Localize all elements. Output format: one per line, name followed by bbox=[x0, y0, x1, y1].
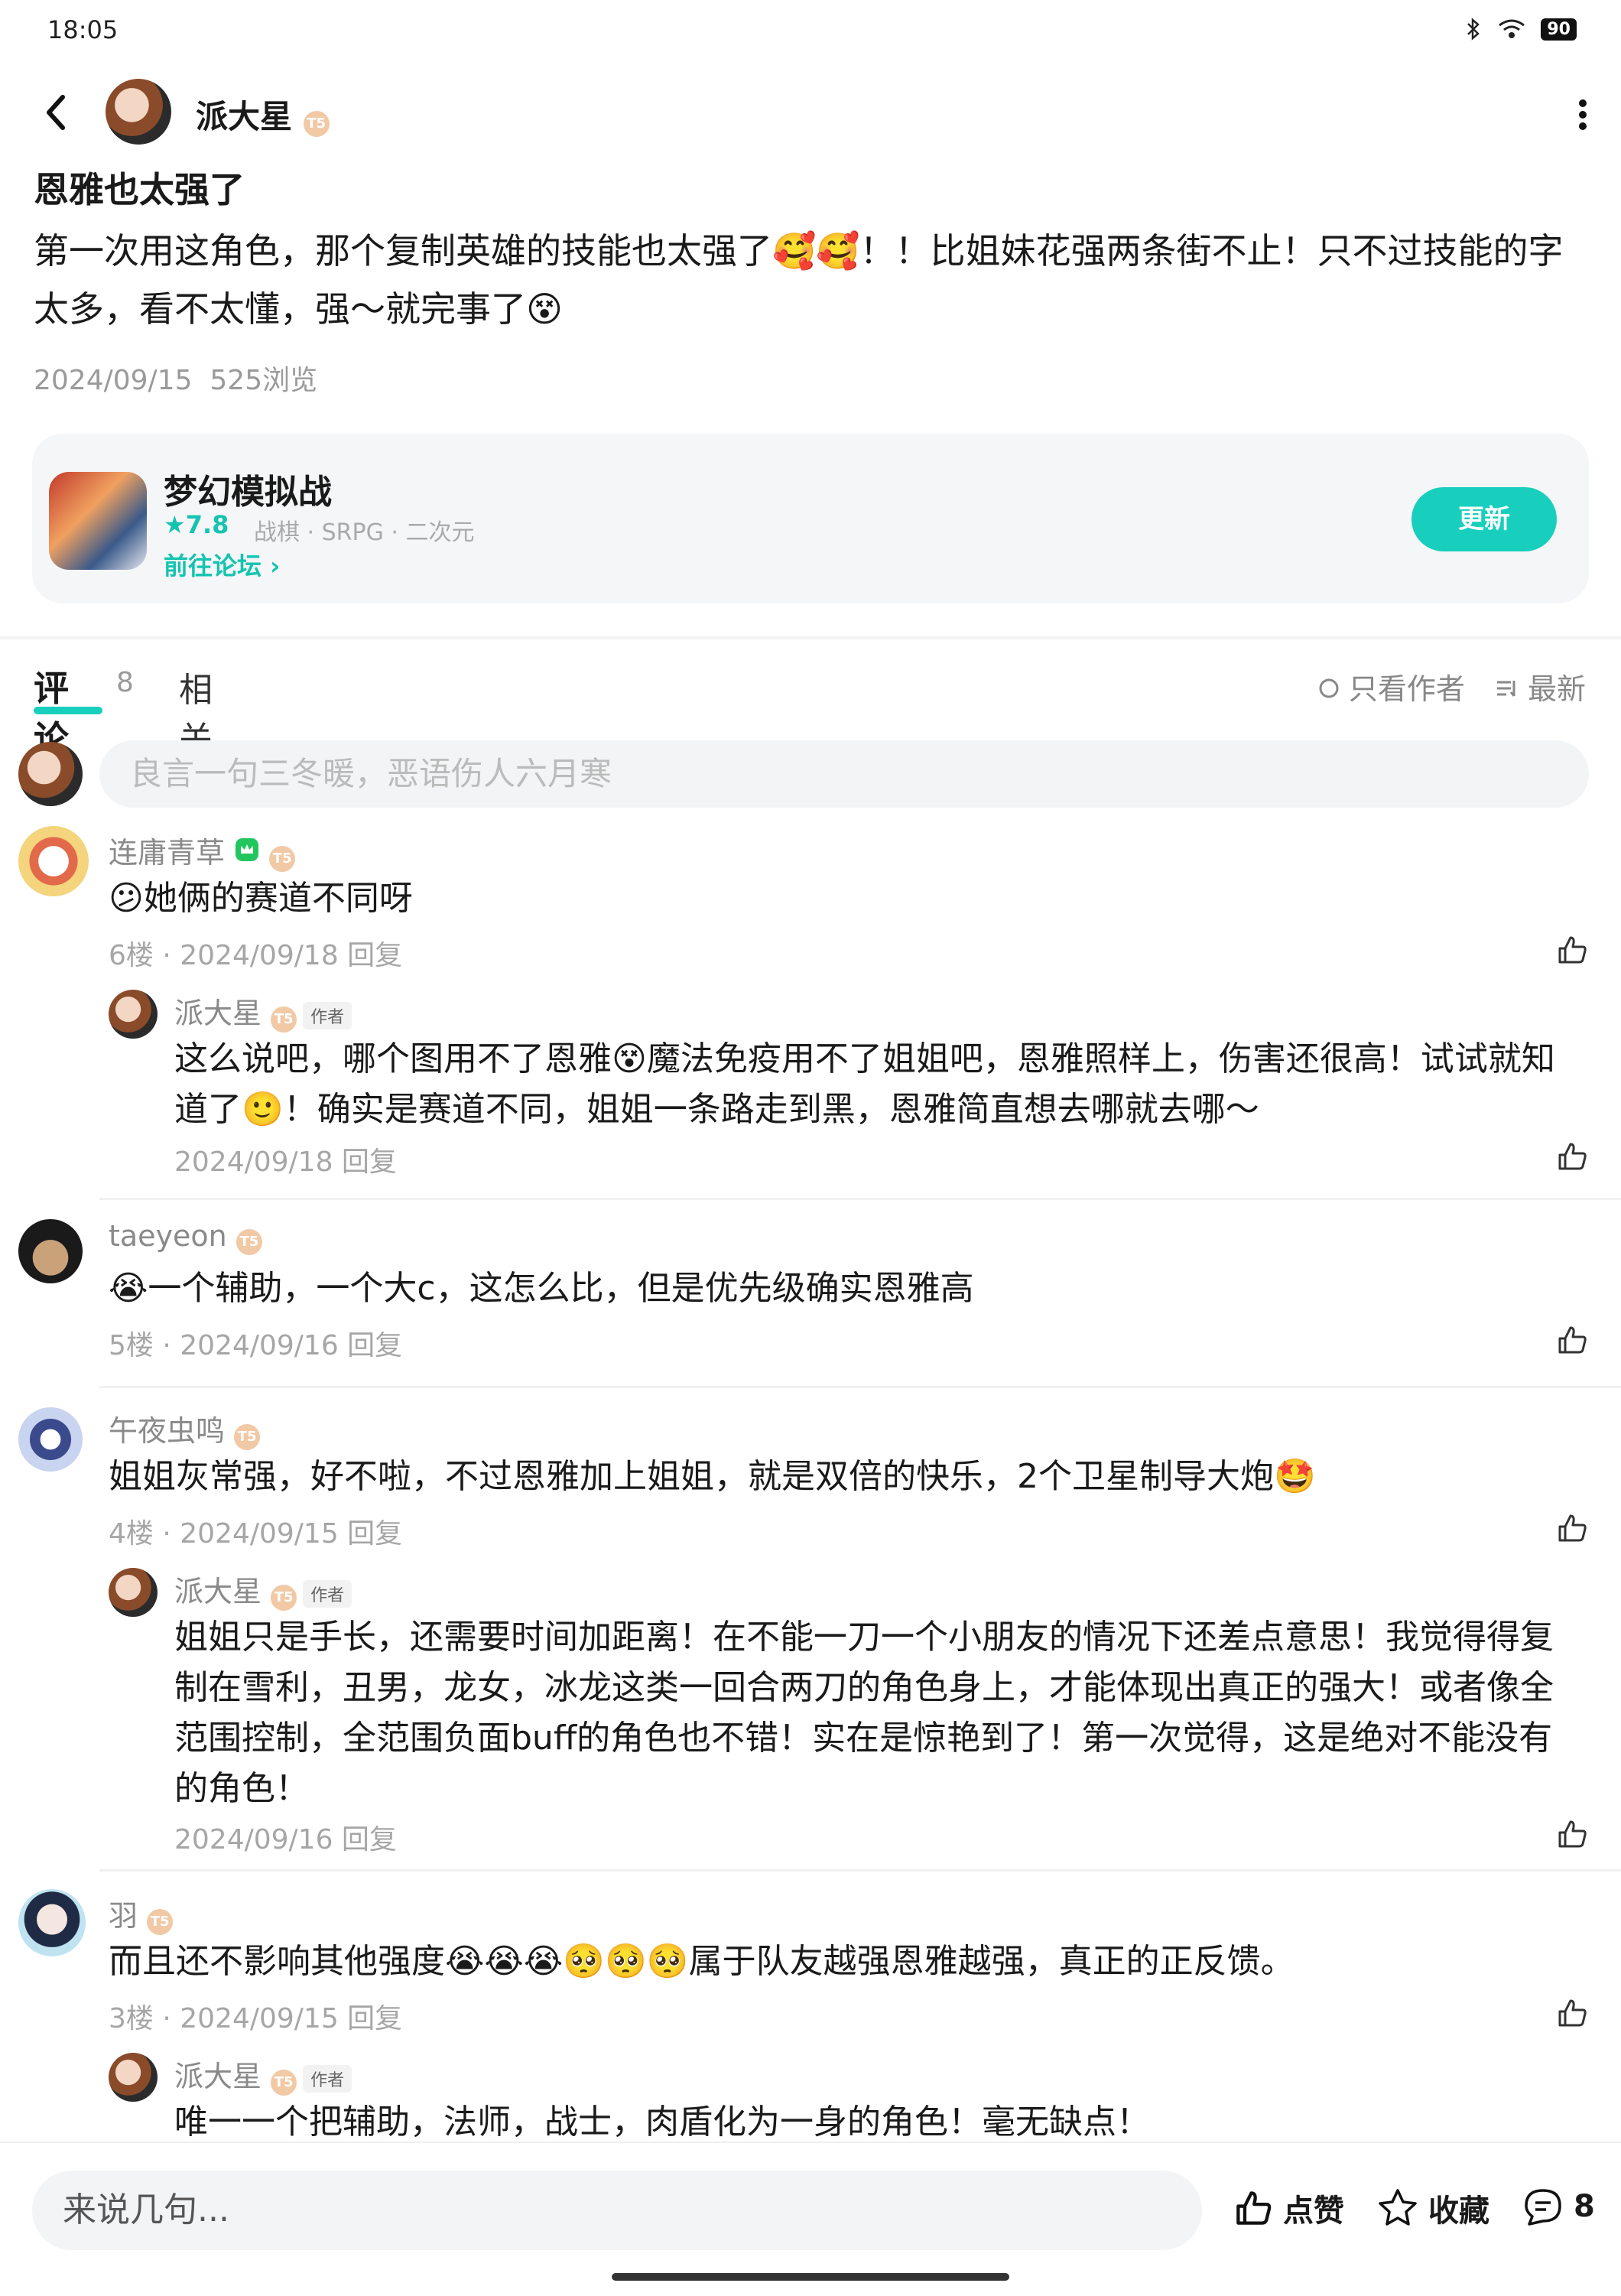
battery-indicator: 90 bbox=[1541, 18, 1577, 41]
reply-username[interactable]: 派大星 T5 作者 bbox=[174, 990, 352, 1033]
level-badge-icon: T5 bbox=[303, 111, 330, 137]
commenter-name[interactable]: 连庸青草 T5 bbox=[109, 829, 296, 872]
radio-circle-icon bbox=[1319, 678, 1339, 698]
author-avatar[interactable] bbox=[106, 79, 171, 145]
post-date: 2024/09/15 bbox=[34, 365, 193, 396]
thumbs-up-icon[interactable] bbox=[1555, 1140, 1589, 1173]
bluetooth-icon bbox=[1467, 18, 1480, 41]
game-card[interactable]: 梦幻模拟战 ★7.8 战棋 · SRPG · 二次元 前往论坛 › 更新 bbox=[32, 434, 1589, 603]
reply-text: 唯一一个把辅助，法师，战士，肉盾化为一身的角色！毫无缺点！ bbox=[174, 2102, 1150, 2142]
reply-row: 良言一句三冬暖，恶语伤人六月寒 bbox=[0, 734, 1621, 811]
home-indicator[interactable] bbox=[612, 2273, 1009, 2281]
level-badge-icon: T5 bbox=[271, 1007, 297, 1033]
status-bar: 18:05 90 bbox=[0, 0, 1621, 61]
author-badge: 作者 bbox=[303, 2064, 352, 2093]
post-header: 派大星 T5 bbox=[0, 73, 1621, 157]
author-badge: 作者 bbox=[303, 1579, 352, 1608]
reply-username[interactable]: 派大星 T5 作者 bbox=[174, 2053, 352, 2096]
thumbs-up-icon[interactable] bbox=[1555, 1511, 1589, 1545]
bottom-comment-input[interactable]: 来说几句... bbox=[32, 2171, 1202, 2250]
post-views: 525浏览 bbox=[210, 365, 318, 396]
comment-count-button[interactable]: 8 bbox=[1522, 2186, 1595, 2227]
bottom-action-bar: 来说几句... 点赞 收藏 8 bbox=[0, 2142, 1621, 2296]
forum-link[interactable]: 前往论坛 › bbox=[164, 547, 280, 582]
self-avatar bbox=[18, 742, 83, 806]
sort-icon bbox=[1496, 681, 1515, 697]
status-icons: 90 bbox=[1464, 17, 1577, 41]
like-button[interactable]: 点赞 bbox=[1233, 2186, 1344, 2230]
comment-filters: 只看作者 最新 bbox=[1318, 665, 1586, 707]
commenter-avatar[interactable] bbox=[18, 1889, 86, 1956]
level-badge-icon: T5 bbox=[147, 1909, 174, 1935]
commenter-avatar[interactable] bbox=[18, 826, 89, 896]
post-title: 恩雅也太强了 bbox=[34, 169, 245, 210]
level-badge-icon: T5 bbox=[236, 1229, 262, 1255]
post-body: 第一次用这角色，那个复制英雄的技能也太强了🥰🥰！！比姐妹花强两条街不止！只不过技… bbox=[34, 230, 1564, 330]
commenter-avatar[interactable] bbox=[18, 1219, 83, 1283]
favorite-button[interactable]: 收藏 bbox=[1376, 2186, 1489, 2230]
comment-meta[interactable]: 5楼 · 2024/09/16 回复 bbox=[109, 1323, 402, 1363]
tab-comment-count: 8 bbox=[116, 667, 134, 698]
section-divider bbox=[0, 636, 1621, 639]
reply-text: 这么说吧，哪个图用不了恩雅😵魔法免疫用不了姐姐吧，恩雅照样上，伤害还很高！试试就… bbox=[174, 1039, 1555, 1129]
comment-text: 姐姐灰常强，好不啦，不过恩雅加上姐姐，就是双倍的快乐，2个卫星制导大炮🤩 bbox=[109, 1457, 1316, 1496]
comment-divider bbox=[99, 1386, 1621, 1388]
reply-meta[interactable]: 2024/09/18 回复 bbox=[174, 1140, 397, 1179]
update-button[interactable]: 更新 bbox=[1411, 487, 1557, 551]
thumbs-up-icon[interactable] bbox=[1555, 1817, 1589, 1851]
reply-avatar[interactable] bbox=[109, 990, 158, 1039]
comment-item: 午夜虫鸣 T5 姐姐灰常强，好不啦，不过恩雅加上姐姐，就是双倍的快乐，2个卫星制… bbox=[0, 1404, 1621, 1872]
thumbs-up-icon[interactable] bbox=[1555, 1323, 1589, 1357]
reply-username[interactable]: 派大星 T5 作者 bbox=[174, 1568, 352, 1611]
comment-meta[interactable]: 3楼 · 2024/09/15 回复 bbox=[109, 1996, 402, 2036]
game-rating: ★7.8 bbox=[164, 510, 229, 539]
back-arrow-icon[interactable] bbox=[37, 89, 75, 135]
post-meta: 2024/09/15 525浏览 bbox=[34, 358, 317, 398]
comment-text: 而且还不影响其他强度😭😭😭🥺🥺🥺属于队友越强恩雅越强，真正的正反馈。 bbox=[109, 1942, 1295, 1981]
sort-filter[interactable]: 最新 bbox=[1496, 665, 1586, 707]
comment-bubble-icon bbox=[1525, 2189, 1561, 2226]
reply-avatar[interactable] bbox=[109, 1568, 158, 1617]
commenter-name[interactable]: 羽 T5 bbox=[109, 1892, 174, 1935]
game-icon[interactable] bbox=[49, 472, 147, 570]
author-only-filter[interactable]: 只看作者 bbox=[1318, 665, 1465, 707]
level-badge-icon: T5 bbox=[271, 1585, 297, 1611]
wifi-icon bbox=[1499, 19, 1525, 38]
thumbs-up-icon[interactable] bbox=[1555, 933, 1589, 967]
comment-meta[interactable]: 6楼 · 2024/09/18 回复 bbox=[109, 933, 402, 973]
thumbs-up-icon bbox=[1236, 2191, 1272, 2225]
comment-meta[interactable]: 4楼 · 2024/09/15 回复 bbox=[109, 1511, 402, 1551]
comment-divider bbox=[99, 1869, 1621, 1872]
comment-item: taeyeon T5 😭一个辅助，一个大c，这怎么比，但是优先级确实恩雅高 5楼… bbox=[0, 1216, 1621, 1392]
reply-text: 姐姐只是手长，还需要时间加距离！在不能一刀一个小朋友的情况下还差点意思！我觉得得… bbox=[174, 1618, 1554, 1808]
comment-text: 😕她俩的赛道不同呀 bbox=[109, 879, 413, 918]
reply-avatar[interactable] bbox=[109, 2053, 158, 2102]
author-badge: 作者 bbox=[303, 1001, 352, 1029]
game-tags: 战棋 · SRPG · 二次元 bbox=[254, 519, 475, 546]
vip-crown-icon bbox=[236, 838, 259, 861]
comment-item: 连庸青草 T5 😕她俩的赛道不同呀 6楼 · 2024/09/18 回复 派大星… bbox=[0, 826, 1621, 1201]
commenter-name[interactable]: 午夜虫鸣 T5 bbox=[109, 1407, 261, 1450]
level-badge-icon: T5 bbox=[271, 2070, 297, 2096]
status-time: 18:05 bbox=[47, 15, 119, 44]
more-options-icon[interactable] bbox=[1575, 96, 1590, 134]
commenter-avatar[interactable] bbox=[18, 1407, 83, 1472]
author-name[interactable]: 派大星 T5 bbox=[196, 91, 330, 138]
level-badge-icon: T5 bbox=[269, 846, 296, 872]
reply-input[interactable]: 良言一句三冬暖，恶语伤人六月寒 bbox=[99, 740, 1589, 808]
reply-meta[interactable]: 2024/09/16 回复 bbox=[174, 1817, 397, 1857]
commenter-name[interactable]: taeyeon T5 bbox=[109, 1219, 262, 1255]
thumbs-up-icon[interactable] bbox=[1555, 1996, 1589, 2030]
level-badge-icon: T5 bbox=[234, 1424, 261, 1450]
game-name: 梦幻模拟战 bbox=[164, 473, 332, 512]
comment-divider bbox=[99, 1198, 1621, 1200]
comment-item: 羽 T5 而且还不影响其他强度😭😭😭🥺🥺🥺属于队友越强恩雅越强，真正的正反馈。 … bbox=[0, 1889, 1621, 2142]
comment-text: 😭一个辅助，一个大c，这怎么比，但是优先级确实恩雅高 bbox=[109, 1269, 974, 1308]
star-icon bbox=[1379, 2189, 1417, 2226]
